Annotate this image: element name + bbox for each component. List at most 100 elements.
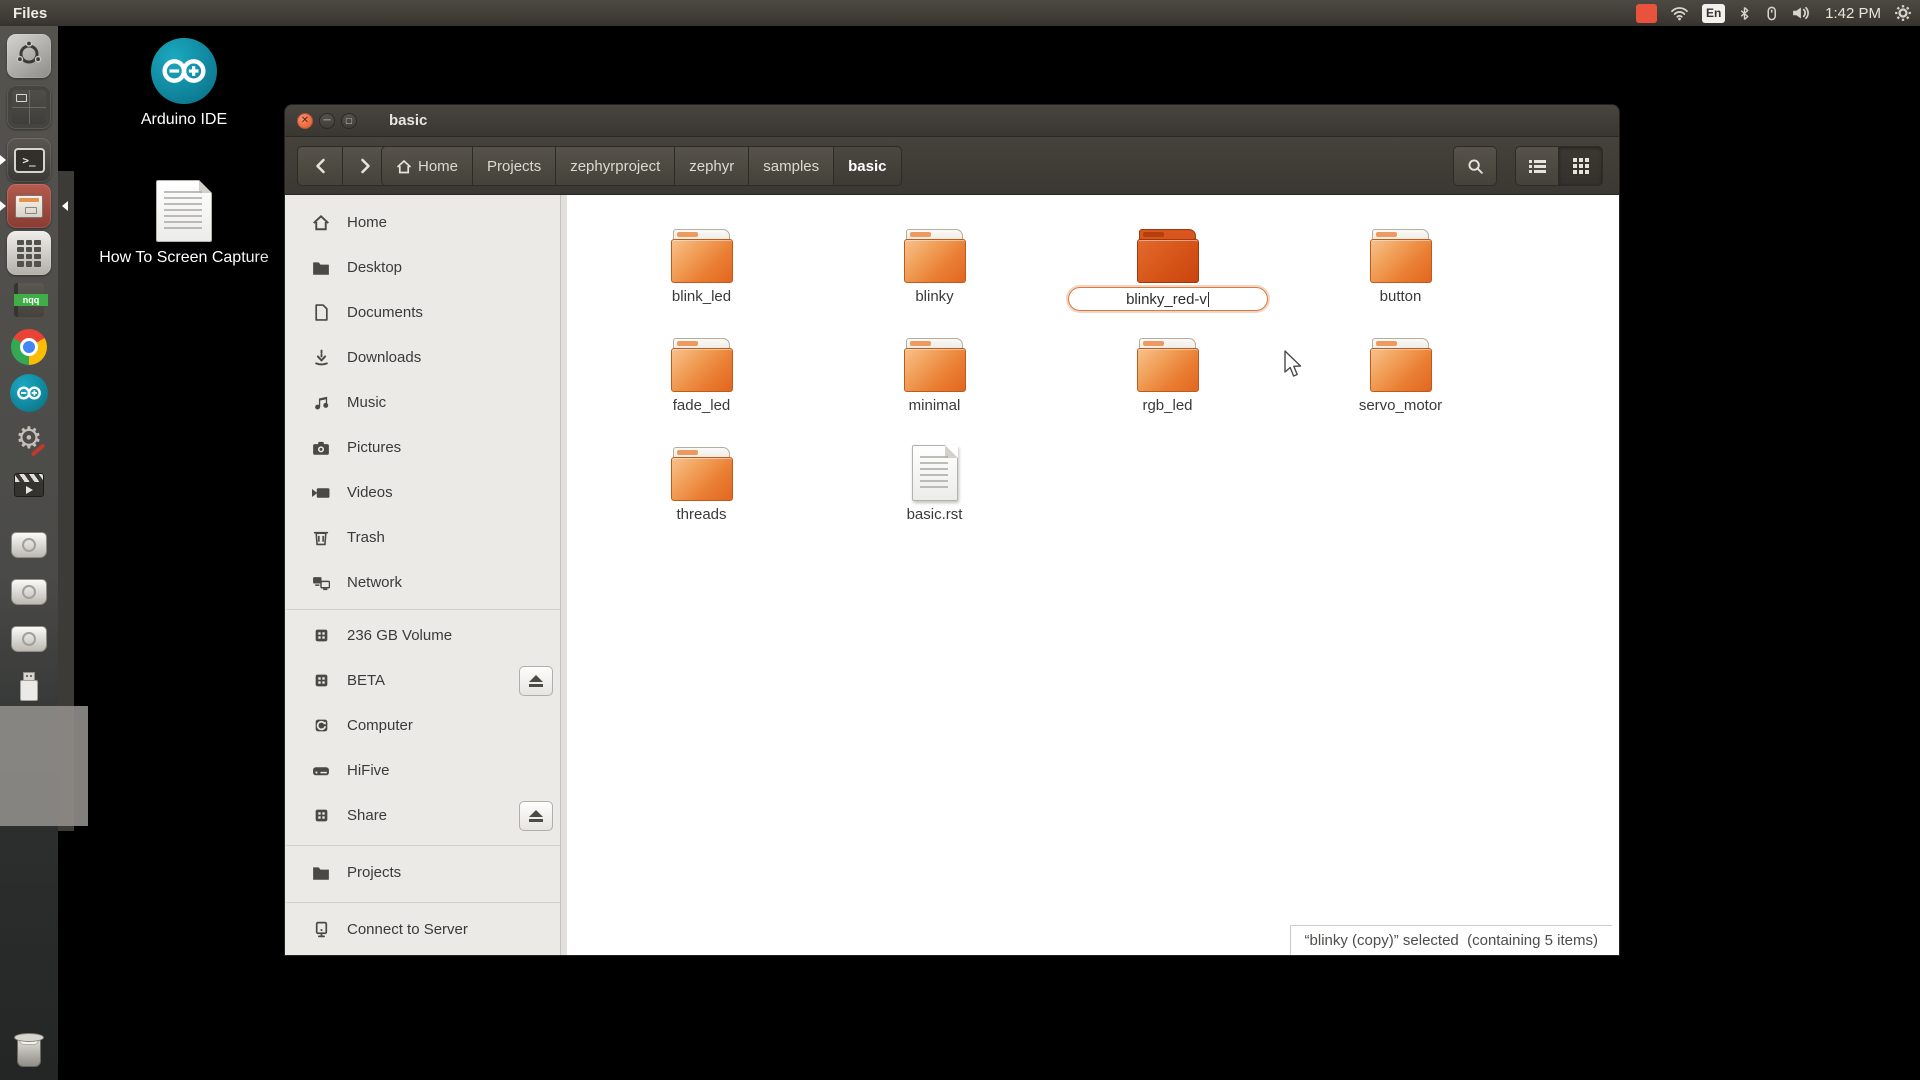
- file-name: servo_motor: [1359, 397, 1442, 414]
- sidebar-item-share[interactable]: Share: [285, 793, 567, 838]
- drive-icon: [311, 764, 331, 778]
- back-button[interactable]: [297, 146, 343, 186]
- dock-item-hard-drive[interactable]: [7, 523, 51, 567]
- dock-item-notepadqq[interactable]: nqq: [7, 278, 51, 322]
- sidebar-item-desktop[interactable]: Desktop: [285, 245, 567, 290]
- breadcrumb-samples[interactable]: samples: [749, 146, 834, 186]
- file-item-renaming[interactable]: blinky_red-v: [1051, 225, 1284, 334]
- arduino-icon: [10, 374, 48, 412]
- maximize-button[interactable]: ▢: [341, 113, 357, 129]
- eject-button[interactable]: [519, 666, 553, 696]
- sidebar-item-documents[interactable]: Documents: [285, 290, 567, 335]
- titlebar[interactable]: ✕ ─ ▢ basic: [284, 104, 1620, 137]
- dock-item-ubuntu-dash[interactable]: [7, 34, 51, 78]
- notepadqq-icon: nqq: [14, 283, 44, 317]
- sidebar-item-label: Home: [347, 214, 387, 231]
- search-icon: [1467, 158, 1484, 175]
- sidebar-item-pictures[interactable]: Pictures: [285, 425, 567, 470]
- list-view-button[interactable]: [1515, 146, 1559, 186]
- hard-drive-icon: [11, 532, 47, 558]
- dock-item-usb-drive[interactable]: [7, 664, 51, 708]
- dock-item-chrome[interactable]: [7, 325, 51, 369]
- file-name: button: [1380, 288, 1422, 305]
- dock-item-workspace-switcher[interactable]: [7, 85, 51, 129]
- sidebar-item-hifive[interactable]: HiFive: [285, 748, 567, 793]
- search-button[interactable]: [1453, 146, 1497, 186]
- sidebar-item-label: Desktop: [347, 259, 402, 276]
- eject-button[interactable]: [519, 801, 553, 831]
- file-item[interactable]: threads: [585, 443, 818, 552]
- chip-icon: [311, 672, 331, 689]
- dock-item-terminal[interactable]: >_: [7, 138, 51, 182]
- file-item[interactable]: fade_led: [585, 334, 818, 443]
- file-item[interactable]: basic.rst: [818, 443, 1051, 552]
- bluetooth-icon[interactable]: [1738, 5, 1751, 22]
- breadcrumb-label: samples: [763, 158, 819, 175]
- dock-item-hard-drive[interactable]: [7, 617, 51, 661]
- desktop-icon-how-to-screen-capture[interactable]: How To Screen Capture: [74, 180, 294, 267]
- computer-icon: [311, 717, 331, 734]
- file-item[interactable]: rgb_led: [1051, 334, 1284, 443]
- sidebar-item-computer[interactable]: Computer: [285, 703, 567, 748]
- dock-item-files[interactable]: [7, 184, 51, 228]
- sidebar-item-label: Projects: [347, 864, 401, 881]
- file-name: basic.rst: [907, 506, 963, 523]
- camera-icon: [311, 440, 331, 456]
- sidebar-item-label: Pictures: [347, 439, 401, 456]
- file-item[interactable]: blinky: [818, 225, 1051, 334]
- dock-item-arduino-ide[interactable]: [7, 371, 51, 415]
- file-view[interactable]: blink_led blinky blinky_red-v button: [567, 195, 1619, 955]
- clock[interactable]: 1:42 PM: [1825, 5, 1881, 22]
- grid-view-button[interactable]: [1559, 146, 1603, 186]
- file-item[interactable]: button: [1284, 225, 1517, 334]
- dock-item-video-editor[interactable]: [7, 463, 51, 507]
- sidebar-item-music[interactable]: Music: [285, 380, 567, 425]
- close-button[interactable]: ✕: [297, 113, 313, 129]
- keyboard-layout-badge[interactable]: En: [1702, 4, 1725, 23]
- chip-icon: [311, 807, 331, 824]
- volume-icon[interactable]: [1792, 5, 1812, 21]
- mouse-battery-icon[interactable]: [1764, 5, 1779, 22]
- sidebar-item-label: Connect to Server: [347, 921, 468, 938]
- chrome-icon: [11, 329, 47, 365]
- sidebar-item-projects[interactable]: Projects: [285, 850, 567, 895]
- file-item[interactable]: servo_motor: [1284, 334, 1517, 443]
- rename-input[interactable]: blinky_red-v: [1068, 287, 1268, 311]
- breadcrumb-basic[interactable]: basic: [834, 146, 901, 186]
- sidebar-item-videos[interactable]: Videos: [285, 470, 567, 515]
- sidebar-item-beta[interactable]: BETA: [285, 658, 567, 703]
- top-panel: Files En 1:42 PM: [0, 0, 1920, 26]
- minimize-button[interactable]: ─: [319, 113, 335, 129]
- record-indicator-icon[interactable]: [1636, 4, 1657, 23]
- file-name: rgb_led: [1142, 397, 1192, 414]
- breadcrumb-zephyrproject[interactable]: zephyrproject: [556, 146, 675, 186]
- breadcrumb-home[interactable]: Home: [381, 146, 473, 186]
- dock-item-system-tweaks[interactable]: ⚙: [7, 417, 51, 461]
- sidebar-item-home[interactable]: Home: [285, 200, 567, 245]
- sidebar-item-connect-to-server[interactable]: Connect to Server: [285, 907, 567, 952]
- mouse-cursor: [1283, 350, 1305, 385]
- session-gear-icon[interactable]: [1894, 4, 1912, 22]
- breadcrumb: Home Projects zephyrproject zephyr sampl…: [381, 146, 902, 186]
- breadcrumb-zephyr[interactable]: zephyr: [675, 146, 749, 186]
- sidebar-separator: [286, 902, 560, 903]
- folder-icon: [1137, 338, 1199, 392]
- dock-item-hard-drive[interactable]: [7, 570, 51, 614]
- sidebar-item-network[interactable]: Network: [285, 560, 567, 605]
- file-item[interactable]: minimal: [818, 334, 1051, 443]
- window-content: Home Desktop Documents Downloads Music P…: [284, 195, 1620, 956]
- file-item[interactable]: blink_led: [585, 225, 818, 334]
- file-manager-icon: [15, 195, 43, 218]
- sidebar-item-trash[interactable]: Trash: [285, 515, 567, 560]
- dock-item-calculator[interactable]: [7, 231, 51, 275]
- wifi-icon[interactable]: [1670, 5, 1689, 21]
- sidebar-item-236-gb-volume[interactable]: 236 GB Volume: [285, 613, 567, 658]
- status-bar: “blinky (copy)” selected (containing 5 i…: [1290, 925, 1612, 955]
- sidebar-item-downloads[interactable]: Downloads: [285, 335, 567, 380]
- dock-item-trash[interactable]: [7, 1028, 51, 1072]
- desktop-icon-arduino-ide[interactable]: Arduino IDE: [74, 38, 294, 129]
- sidebar-item-label: BETA: [347, 672, 385, 689]
- sidebar-item-label: Network: [347, 574, 402, 591]
- folder-icon: [671, 447, 733, 501]
- breadcrumb-projects[interactable]: Projects: [473, 146, 556, 186]
